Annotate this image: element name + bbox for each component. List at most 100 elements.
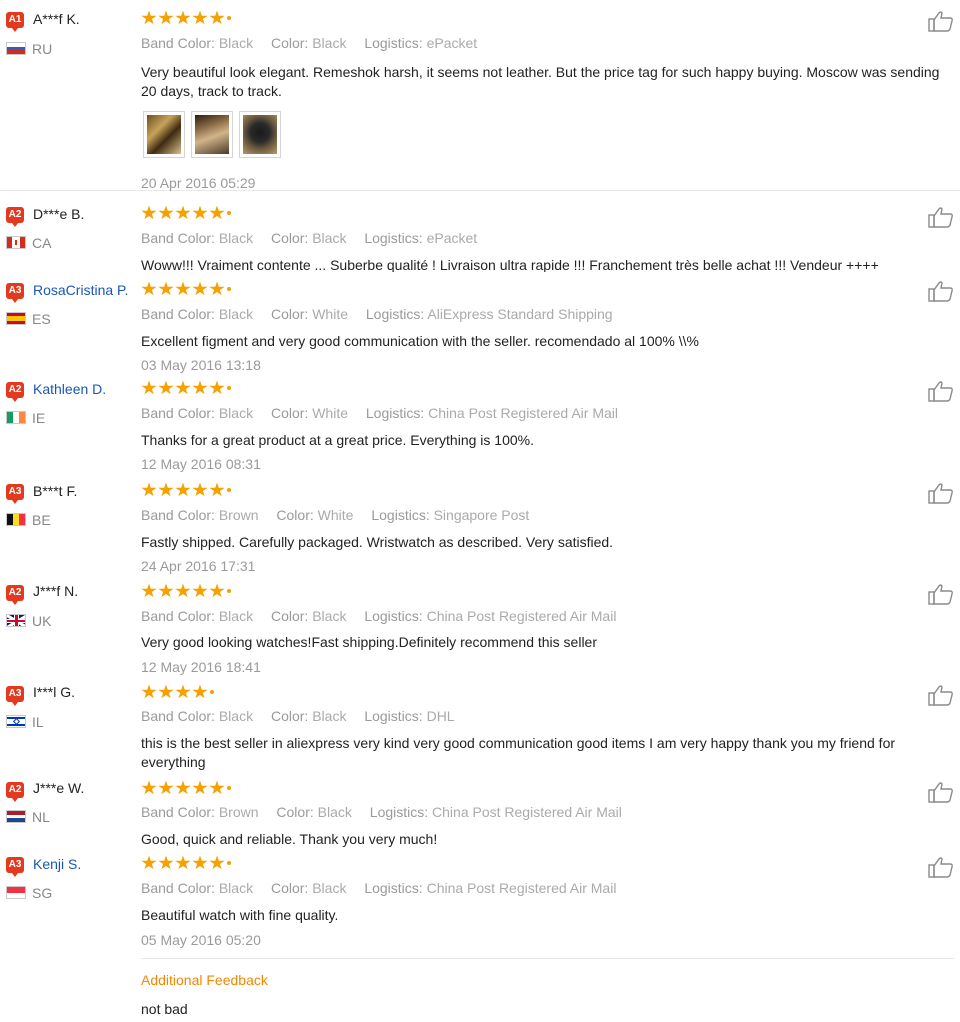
color-value: White <box>317 507 354 523</box>
thumbs-up-icon[interactable] <box>928 583 954 605</box>
thumbs-up-icon[interactable] <box>928 10 954 32</box>
thumbs-up-icon[interactable] <box>928 482 954 504</box>
review-date: 24 Apr 2016 17:31 <box>141 558 256 574</box>
band-color-value: Black <box>218 880 254 896</box>
star-icon <box>192 281 208 296</box>
star-icon <box>192 684 208 699</box>
review-text: Very beautiful look elegant. Remeshok ha… <box>141 64 940 99</box>
star-icon <box>192 855 208 870</box>
logistics-value: ePacket <box>426 35 478 51</box>
logistics-value: AliExpress Standard Shipping <box>427 306 613 322</box>
thumbs-up-icon[interactable] <box>928 684 954 706</box>
star-icon <box>192 583 208 598</box>
review-date: 12 May 2016 18:41 <box>141 659 261 675</box>
band-color-value: Black <box>218 405 254 421</box>
order-attributes: Band Color: Black Color: Black Logistics… <box>141 35 478 51</box>
star-icon <box>141 855 157 870</box>
thumbs-up-icon[interactable] <box>928 781 954 803</box>
star-rating <box>141 482 231 498</box>
star-rating <box>141 380 231 396</box>
star-rating <box>141 10 231 26</box>
logistics-value: China Post Registered Air Mail <box>428 405 619 421</box>
reviewer-country: SG <box>32 885 53 901</box>
star-icon <box>209 482 225 497</box>
reviewer-name: B***t F. <box>33 483 78 499</box>
flag-ru-icon <box>6 42 26 55</box>
reviewer-name-link[interactable]: Kathleen D. <box>33 381 106 397</box>
rank-badge: A2 <box>6 382 24 402</box>
review-item: A2 Kathleen D. IE Band Color: Black Colo… <box>0 372 960 474</box>
reviewer-country: IL <box>32 714 44 730</box>
star-icon <box>158 780 174 795</box>
review-photo[interactable] <box>191 111 233 158</box>
additional-feedback-text: not bad <box>141 1001 188 1017</box>
order-attributes: Band Color: Brown Color: White Logistics… <box>141 507 530 523</box>
star-rating <box>141 281 231 297</box>
star-icon <box>175 583 191 598</box>
reviewer-name: A***f K. <box>33 11 80 27</box>
color-value: Black <box>312 608 347 624</box>
order-attributes: Band Color: Black Color: White Logistics… <box>141 306 613 322</box>
review-date: 05 May 2016 05:20 <box>141 932 261 948</box>
star-icon <box>192 380 208 395</box>
reviewer-country: ES <box>32 311 51 327</box>
flag-nl-icon <box>6 810 26 823</box>
star-icon <box>209 855 225 870</box>
review-text: Beautiful watch with fine quality. <box>141 907 339 923</box>
star-icon <box>141 10 157 25</box>
review-text: Excellent figment and very good communic… <box>141 333 699 349</box>
rank-badge: A3 <box>6 686 24 706</box>
review-text: Good, quick and reliable. Thank you very… <box>141 831 438 847</box>
logistics-value: Singapore Post <box>433 507 530 523</box>
thumbs-up-icon[interactable] <box>928 206 954 228</box>
order-attributes: Band Color: Black Color: Black Logistics… <box>141 708 455 724</box>
star-icon <box>141 205 157 220</box>
star-icon <box>175 482 191 497</box>
flag-sg-icon <box>6 886 26 899</box>
review-item: A3 Kenji S. SG Band Color: Black Color: … <box>0 852 960 957</box>
star-icon <box>141 482 157 497</box>
reviewer-name: J***e W. <box>33 780 85 796</box>
star-rating <box>141 205 231 221</box>
band-color-value: Black <box>218 708 254 724</box>
review-photo[interactable] <box>143 111 185 158</box>
star-icon <box>209 380 225 395</box>
thumbs-up-icon[interactable] <box>928 856 954 878</box>
star-icon <box>175 684 191 699</box>
reviewer-name-link[interactable]: Kenji S. <box>33 856 81 872</box>
band-color-value: Brown <box>218 507 259 523</box>
rank-badge: A3 <box>6 857 24 877</box>
review-text: Thanks for a great product at a great pr… <box>141 432 534 448</box>
logistics-value: China Post Registered Air Mail <box>426 608 617 624</box>
reviewer-name: J***f N. <box>33 583 79 599</box>
reviewer-country: CA <box>32 235 52 251</box>
review-photo[interactable] <box>239 111 281 158</box>
star-icon <box>175 281 191 296</box>
star-icon <box>158 380 174 395</box>
review-item: A2 J***e W. NL Band Color: Brown Color: … <box>0 776 960 852</box>
rank-badge: A2 <box>6 782 24 802</box>
color-value: Black <box>312 35 347 51</box>
star-icon <box>158 583 174 598</box>
color-value: Black <box>312 230 347 246</box>
star-icon <box>141 780 157 795</box>
logistics-value: China Post Registered Air Mail <box>432 804 622 820</box>
star-icon <box>141 583 157 598</box>
star-icon <box>141 380 157 395</box>
star-icon <box>175 10 191 25</box>
thumbs-up-icon[interactable] <box>928 380 954 402</box>
band-color-value: Brown <box>218 804 259 820</box>
thumbs-up-icon[interactable] <box>928 280 954 302</box>
star-icon <box>158 855 174 870</box>
star-icon <box>192 10 208 25</box>
star-icon <box>209 205 225 220</box>
review-item: A1 A***f K. RU Band Color: Black Color: … <box>0 0 960 191</box>
reviewer-country: UK <box>32 613 52 629</box>
band-color-value: Black <box>218 35 254 51</box>
reviewer-name-link[interactable]: RosaCristina P. <box>33 282 128 298</box>
star-rating <box>141 855 231 871</box>
review-item: A3 B***t F. BE Band Color: Brown Color: … <box>0 474 960 575</box>
star-icon <box>209 583 225 598</box>
flag-il-icon <box>6 715 26 728</box>
star-rating <box>141 583 231 599</box>
